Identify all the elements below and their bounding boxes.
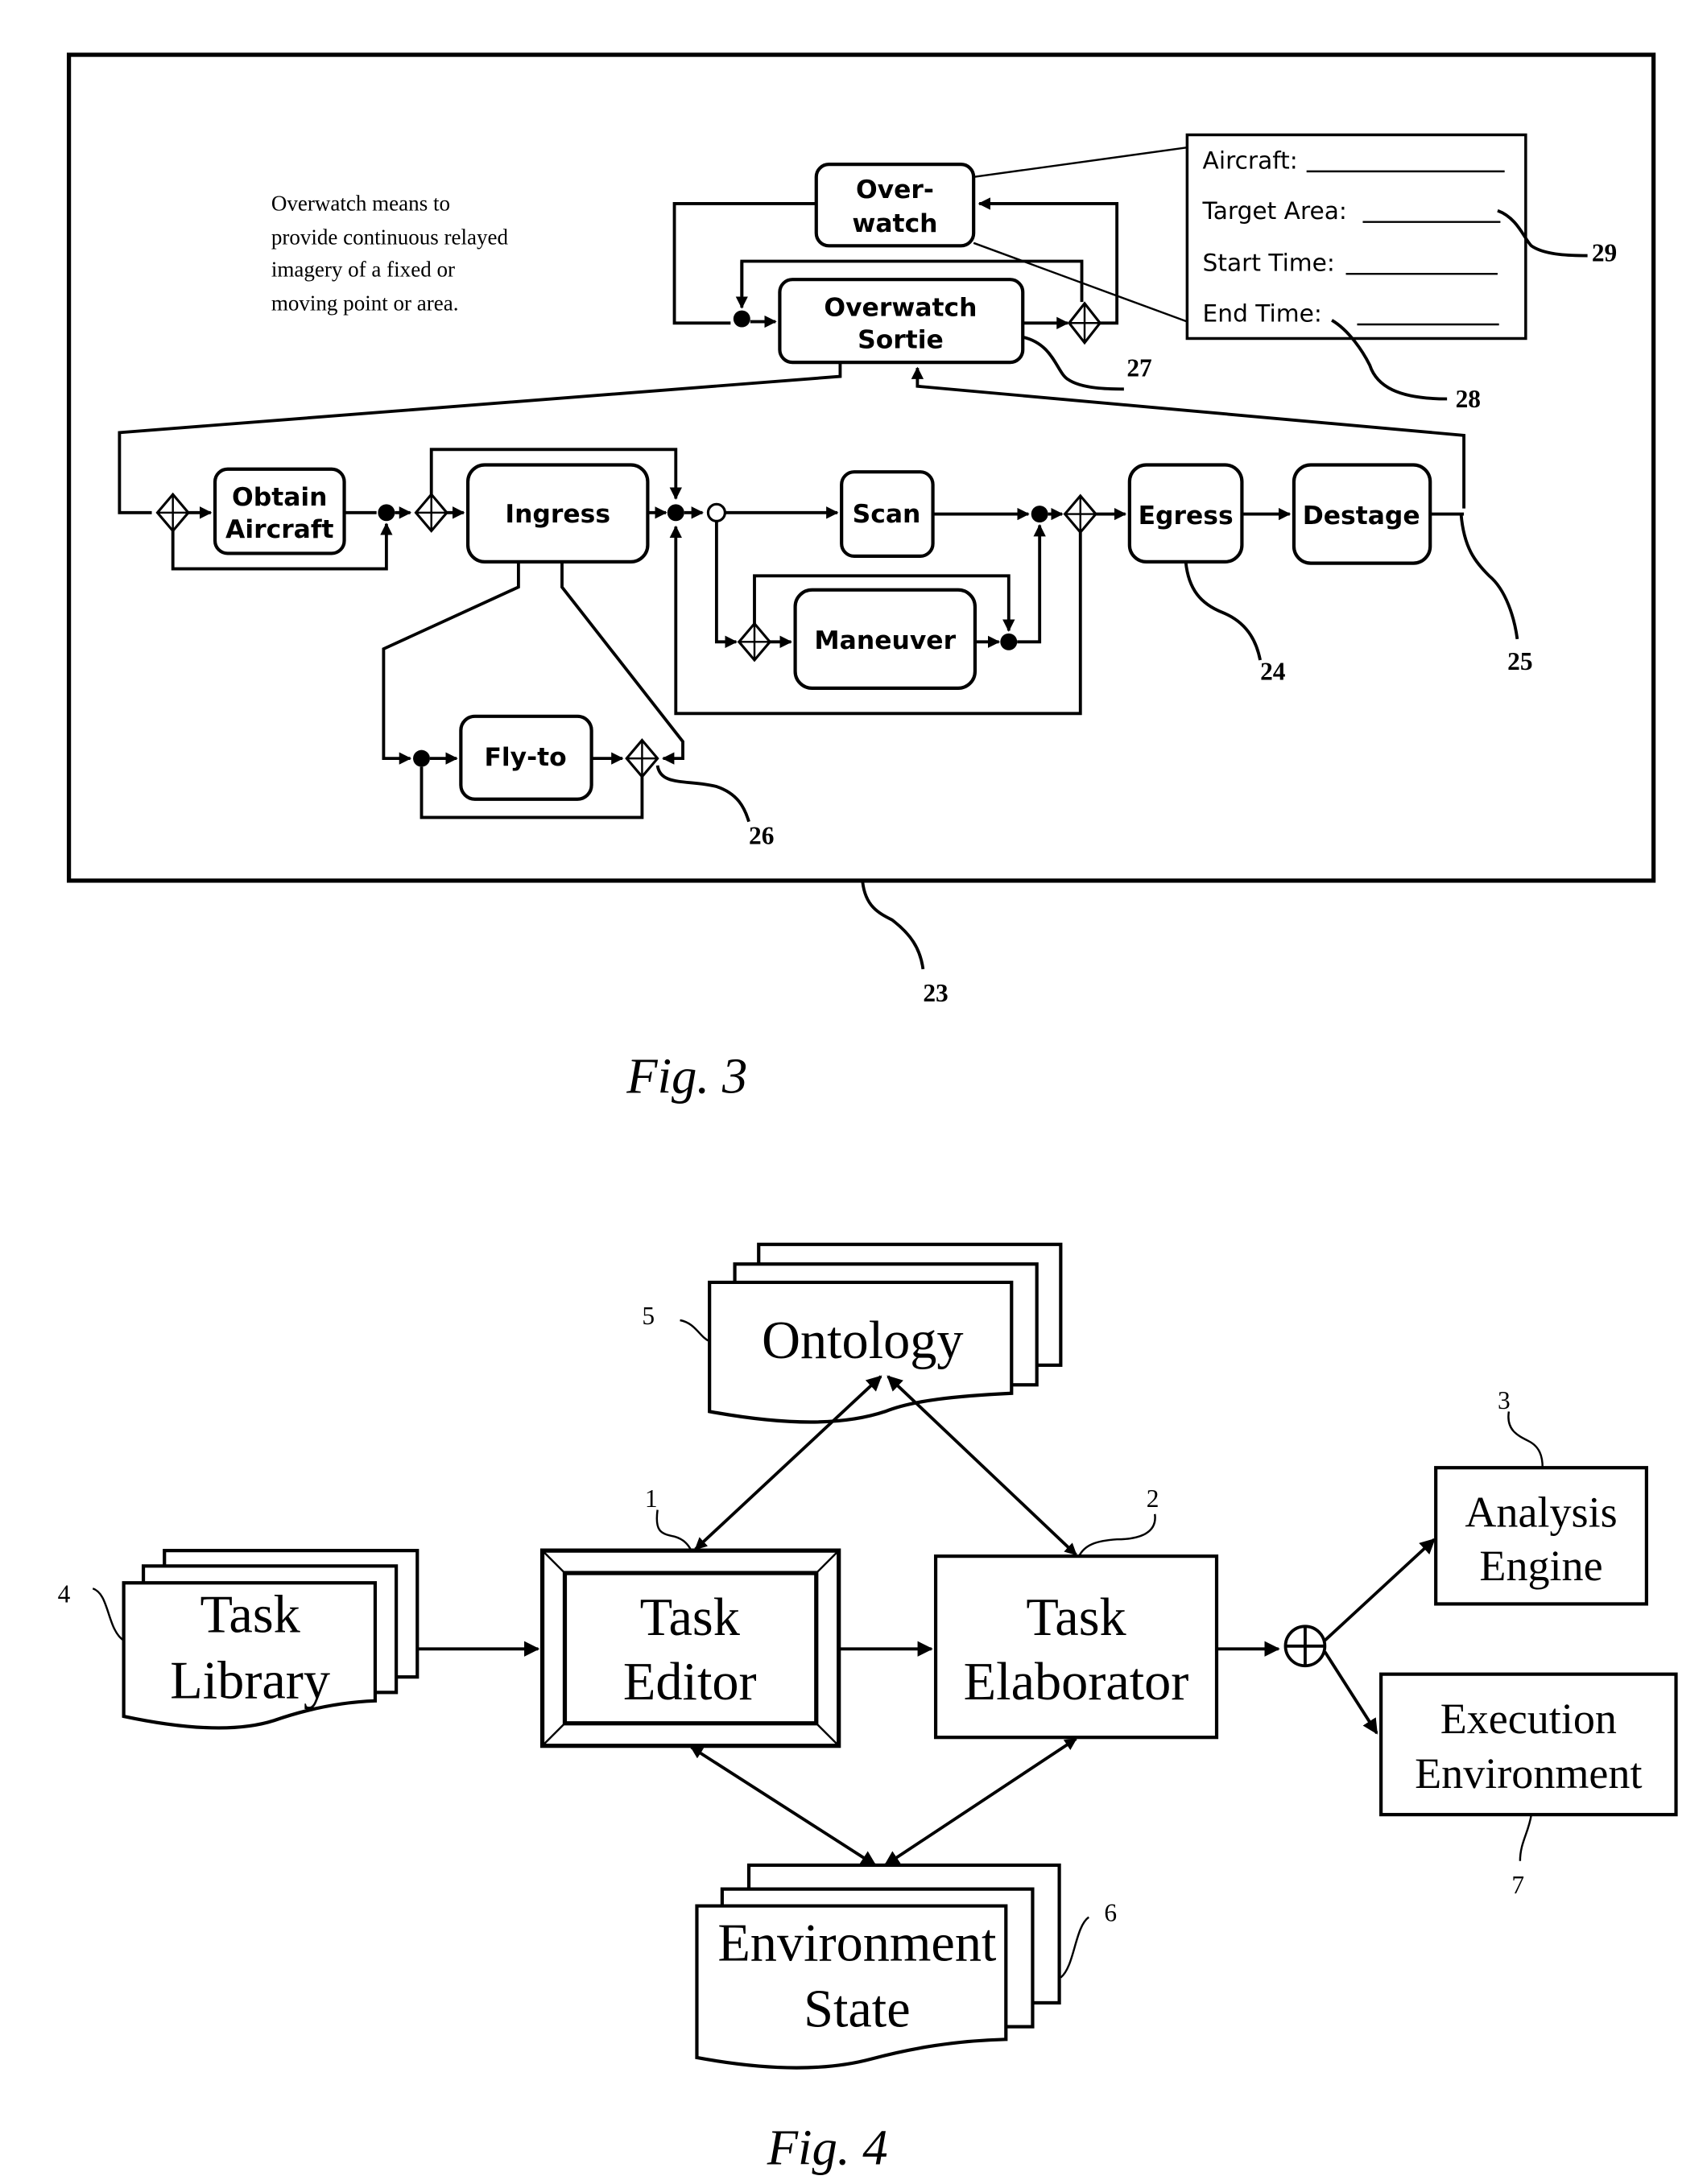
ref-5: 5 — [642, 1302, 655, 1330]
sync-node — [378, 504, 395, 522]
ontology-label: Ontology — [762, 1311, 963, 1370]
component-analysis-engine[interactable]: Analysis Engine — [1434, 1466, 1648, 1606]
task-maneuver[interactable]: Maneuver — [793, 588, 977, 690]
ref-23: 23 — [923, 979, 948, 1007]
patent-drawing-sheet: Overwatch means to provide continuous re… — [58, 52, 1678, 2176]
task-elaborator-label: Task — [1026, 1588, 1126, 1647]
ref-3: 3 — [1498, 1386, 1511, 1414]
execution-environment-label: Environment — [1415, 1749, 1642, 1798]
overwatch-description: Overwatch means to provide continuous re… — [271, 192, 509, 316]
task-overwatch-label: Over- — [856, 175, 934, 204]
form-field-aircraft: Aircraft: — [1203, 146, 1298, 174]
task-library-label: Task — [200, 1585, 301, 1644]
task-elaborator-label: Elaborator — [964, 1653, 1189, 1711]
task-fly-to[interactable]: Fly-to — [459, 714, 593, 801]
figure-3-caption: Fig. 3 — [626, 1047, 747, 1104]
task-egress-label: Egress — [1139, 502, 1234, 531]
arrow-to-execution-environment — [1323, 1650, 1378, 1735]
task-overwatch[interactable]: Over- watch — [814, 163, 976, 248]
figure-3: Overwatch means to provide continuous re… — [66, 52, 1656, 1104]
arrow-editor-environment — [690, 1745, 877, 1867]
ref-1: 1 — [645, 1484, 658, 1513]
or-junction-icon — [1283, 1625, 1327, 1668]
task-overwatch-sortie-label: Overwatch — [824, 294, 977, 323]
ref-28: 28 — [1456, 385, 1481, 413]
component-ontology[interactable]: Ontology — [708, 1242, 1063, 1424]
sync-node — [1000, 633, 1018, 650]
note-line: provide continuous relayed — [271, 225, 509, 250]
ref-29: 29 — [1592, 239, 1617, 267]
decision-node — [155, 492, 190, 533]
task-ingress[interactable]: Ingress — [465, 463, 650, 564]
component-task-elaborator[interactable]: Task Elaborator — [933, 1554, 1219, 1740]
task-obtain-aircraft-label: Aircraft — [225, 515, 333, 544]
task-destage-label: Destage — [1303, 502, 1420, 531]
environment-state-label: State — [804, 1980, 911, 2039]
arrow-elaborator-ontology — [887, 1375, 1077, 1556]
task-overwatch-sortie-label: Sortie — [858, 326, 944, 355]
figure-4-caption: Fig. 4 — [767, 2120, 888, 2176]
component-task-editor[interactable]: Task Editor — [539, 1548, 841, 1748]
task-maneuver-label: Maneuver — [814, 626, 956, 655]
task-obtain-aircraft[interactable]: Obtain Aircraft — [213, 467, 346, 555]
ref-6: 6 — [1104, 1899, 1117, 1927]
note-line: Overwatch means to — [271, 192, 450, 216]
execution-environment-label: Execution — [1440, 1695, 1617, 1743]
form-field-start-time: Start Time: — [1203, 249, 1335, 277]
task-ingress-label: Ingress — [505, 500, 610, 529]
task-destage[interactable]: Destage — [1292, 463, 1432, 565]
sync-node — [733, 310, 750, 328]
ref-24: 24 — [1260, 657, 1286, 685]
arrow-to-analysis-engine — [1324, 1538, 1436, 1642]
ref-4: 4 — [58, 1580, 71, 1608]
component-execution-environment[interactable]: Execution Environment — [1379, 1672, 1678, 1817]
task-egress[interactable]: Egress — [1127, 463, 1244, 564]
task-scan[interactable]: Scan — [840, 470, 935, 558]
decision-node — [625, 738, 659, 779]
decision-node — [737, 621, 772, 663]
environment-state-label: Environment — [717, 1914, 997, 1973]
task-overwatch-label: watch — [852, 209, 937, 238]
ref-7: 7 — [1511, 1871, 1524, 1899]
sync-node — [667, 504, 684, 522]
figure-4: Ontology 5 Task Library 4 Task Editor 1 … — [58, 1242, 1678, 2176]
sync-node — [413, 749, 430, 767]
note-line: moving point or area. — [271, 291, 459, 316]
ref-2: 2 — [1147, 1484, 1159, 1513]
task-editor-label: Editor — [623, 1653, 757, 1711]
task-fly-to-label: Fly-to — [484, 743, 566, 772]
decision-node — [1063, 493, 1098, 535]
analysis-engine-label: Engine — [1479, 1542, 1602, 1590]
task-scan-label: Scan — [853, 500, 921, 529]
note-line: imagery of a fixed or — [271, 258, 455, 282]
fork-node — [706, 502, 726, 522]
sync-node — [1031, 506, 1048, 523]
form-field-target-area: Target Area: — [1202, 196, 1347, 225]
task-editor-label: Task — [640, 1588, 741, 1647]
parameter-form: Aircraft: Target Area: Start Time: End T… — [1185, 133, 1527, 341]
form-field-end-time: End Time: — [1203, 299, 1322, 328]
ref-27: 27 — [1126, 354, 1151, 382]
arrow-elaborator-environment — [883, 1737, 1077, 1867]
decision-node — [414, 492, 448, 533]
ref-25: 25 — [1507, 647, 1532, 675]
ref-26: 26 — [749, 822, 774, 850]
component-environment-state[interactable]: Environment State — [695, 1863, 1061, 2070]
task-overwatch-sortie[interactable]: Overwatch Sortie — [778, 278, 1025, 365]
task-obtain-aircraft-label: Obtain — [232, 483, 327, 512]
component-task-library[interactable]: Task Library — [122, 1549, 420, 1730]
analysis-engine-label: Analysis — [1465, 1488, 1617, 1536]
task-library-label: Library — [170, 1651, 330, 1710]
decision-node — [1067, 301, 1102, 345]
